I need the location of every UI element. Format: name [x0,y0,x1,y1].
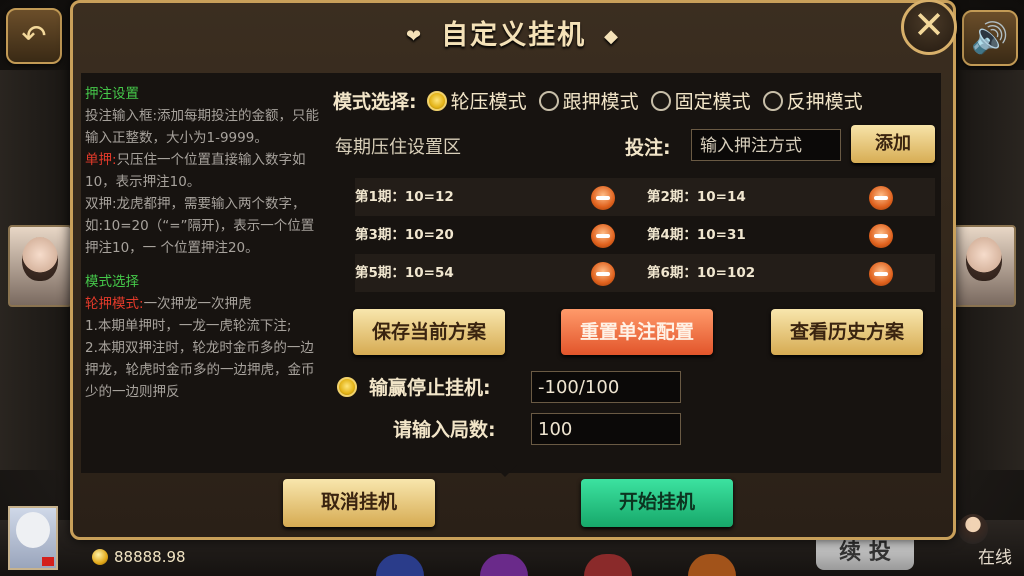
info-heading-bet: 押注设置 [85,86,139,102]
mode-selector: 模式选择: 轮压模式 跟押模式 固定模式 反押模式 [333,87,875,114]
instructions-panel[interactable]: 押注设置 投注输入框:添加每期投注的金额，只能输入正整数，大小为1-9999。 … [85,83,321,471]
dialog-title: ❤ 自定义挂机 ◆ [73,13,953,52]
close-button[interactable]: ✕ [901,0,957,55]
online-users-icon[interactable] [958,514,988,544]
radio-selected-icon[interactable] [426,90,447,111]
mode-option-fixed[interactable]: 固定模式 [650,87,751,114]
bet-input[interactable]: 输入押注方式 [691,129,841,161]
remove-minus-icon[interactable] [869,224,893,248]
add-button[interactable]: 添加 [851,125,935,163]
radio-icon[interactable] [762,90,783,111]
period-item: 第2期：10=14 [647,189,746,205]
stop-toggle-icon[interactable] [337,376,357,397]
remove-minus-icon[interactable] [591,186,615,210]
info-text-double: 双押:龙虎都押，需要输入两个数字，如:10=20（“=”隔开)，表示一个位置押注… [85,196,315,256]
remove-minus-icon[interactable] [591,262,615,286]
diamond-icon: ◆ [604,26,620,47]
mode-option-reverse[interactable]: 反押模式 [762,87,863,114]
stop-label: 输赢停止挂机: [369,377,491,399]
coin-balance: 88888.98 [92,548,186,566]
period-zone-label: 每期压住设置区 [335,137,461,158]
mode-label: 模式选择: [333,91,417,113]
bet-label: 投注: [625,137,671,159]
period-item: 第6期：10=102 [647,265,756,281]
dialog-notch [493,465,517,477]
flag-icon [42,557,54,566]
rounds-field[interactable]: 100 [531,413,681,445]
period-item: 第1期：10=12 [355,189,454,205]
period-item: 第4期：10=31 [647,227,746,243]
back-arrow-icon[interactable]: ↶ [6,8,62,64]
info-heading-mode: 模式选择 [85,274,139,290]
info-text: 投注输入框:添加每期投注的金额，只能输入正整数，大小为1-9999。 [85,108,320,146]
remove-minus-icon[interactable] [869,262,893,286]
history-plan-button[interactable]: 查看历史方案 [771,309,923,355]
rounds-label: 请输入局数: [393,419,496,441]
info-rule-1: 1.本期单押时，一龙一虎轮流下注; [85,318,292,334]
period-row: 第5期：10=54 第6期：10=102 [355,254,935,292]
dialog-body: 押注设置 投注输入框:添加每期投注的金额，只能输入正整数，大小为1-9999。 … [81,73,941,473]
info-text-rotate: 轮押模式:一次押龙一次押虎 [85,296,252,312]
heart-icon: ❤ [406,26,424,47]
stop-condition-row: 输赢停止挂机: [337,373,491,400]
period-list[interactable]: 第1期：10=12 第2期：10=14 第3期：10=20 第4期：10=31 … [355,178,935,300]
radio-icon[interactable] [538,90,559,111]
period-item: 第3期：10=20 [355,227,454,243]
info-rule-2: 2.本期双押注时，轮龙时金币多的一边押龙，轮虎时金币多的一边押虎，金币少的一边则… [85,340,315,400]
player-avatar-right[interactable] [952,225,1016,307]
user-avatar[interactable] [8,506,58,570]
reset-config-button[interactable]: 重置单注配置 [561,309,713,355]
cancel-autoplay-button[interactable]: 取消挂机 [283,479,435,527]
coin-icon [92,549,108,565]
info-text-single: 单押:只压住一个位置直接输入数字如10，表示押注10。 [85,152,306,190]
start-autoplay-button[interactable]: 开始挂机 [581,479,733,527]
save-plan-button[interactable]: 保存当前方案 [353,309,505,355]
custom-autoplay-dialog: ❤ 自定义挂机 ◆ ✕ 押注设置 投注输入框:添加每期投注的金额，只能输入正整数，大… [70,0,957,540]
period-row: 第1期：10=12 第2期：10=14 [355,178,935,216]
period-item: 第5期：10=54 [355,265,454,281]
mode-option-rotate[interactable]: 轮压模式 [426,87,527,114]
online-label[interactable]: 在线 [978,543,1012,568]
player-avatar-left[interactable] [8,225,72,307]
period-row: 第3期：10=20 第4期：10=31 [355,216,935,254]
dialog-title-text: 自定义挂机 [441,20,587,51]
remove-minus-icon[interactable] [591,224,615,248]
coin-amount: 88888.98 [114,548,186,566]
remove-minus-icon[interactable] [869,186,893,210]
settings-panel: 模式选择: 轮压模式 跟押模式 固定模式 反押模式 每期压住设置区 投注: 输入… [325,73,941,473]
speaker-icon[interactable]: 🔊 [962,10,1018,66]
stop-limit-field[interactable]: -100/100 [531,371,681,403]
mode-option-follow[interactable]: 跟押模式 [538,87,639,114]
radio-icon[interactable] [650,90,671,111]
